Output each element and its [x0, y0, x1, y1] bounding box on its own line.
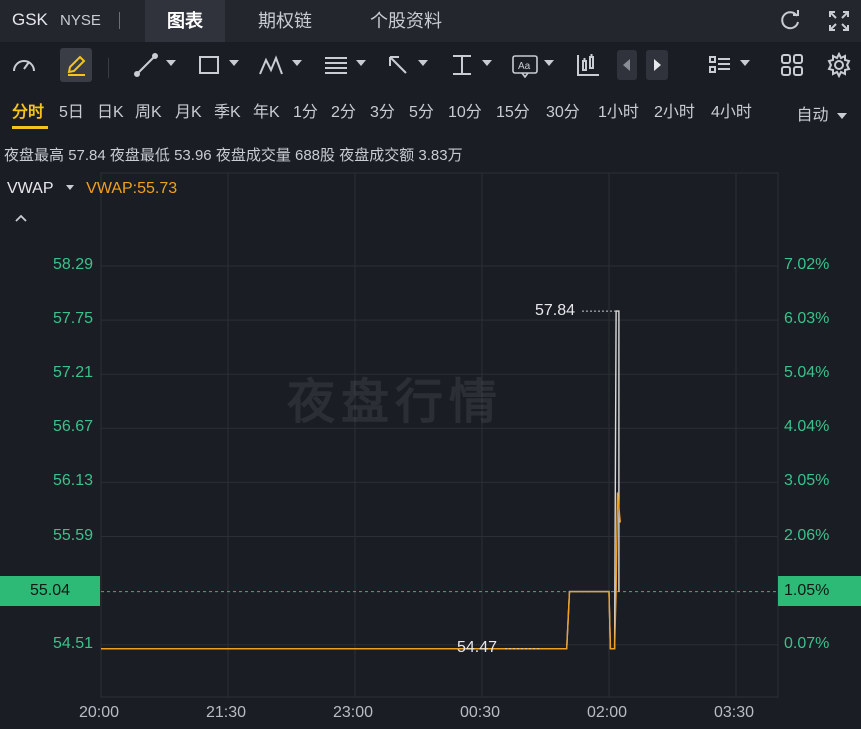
percent-tick-label: 7.02% — [784, 256, 830, 273]
indicator-name[interactable]: VWAP — [7, 180, 53, 197]
time-tick-label: 20:00 — [79, 704, 120, 721]
vwap-line — [101, 492, 621, 650]
chart-frame — [100, 172, 779, 698]
price-tick-label: 54.51 — [52, 634, 93, 652]
current-percent-tag: 1.05% — [778, 576, 861, 606]
time-tick-label: 00:30 — [460, 704, 501, 721]
price-tick-label: 57.75 — [52, 310, 93, 328]
max-price-annotation: 57.84 — [535, 302, 576, 319]
collapse-chevron-icon[interactable] — [14, 210, 28, 228]
price-tick-label: 56.13 — [52, 472, 93, 490]
percent-tick-label: 6.03% — [784, 310, 830, 328]
min-price-annotation: 54.47 — [457, 639, 498, 656]
price-tick-label: 55.59 — [52, 526, 93, 544]
time-tick-label: 02:00 — [587, 704, 628, 721]
time-tick-label: 23:00 — [333, 704, 374, 721]
indicator-row: VWAP VWAP:55.73 — [7, 180, 177, 198]
price-tick-label: 57.21 — [52, 364, 93, 382]
vwap-value: VWAP:55.73 — [86, 180, 178, 197]
indicator-caret-icon[interactable] — [65, 185, 74, 191]
current-price-tag: 55.04 — [0, 576, 100, 606]
percent-tick-label: 3.05% — [784, 472, 830, 490]
percent-tick-label: 0.07% — [784, 634, 830, 652]
chart-grid — [100, 172, 779, 698]
percent-tick-label: 2.06% — [784, 526, 830, 544]
time-tick-label: 03:30 — [714, 704, 755, 721]
price-tick-label: 58.29 — [52, 256, 93, 273]
night-session-watermark: 夜盘行情 — [287, 374, 504, 430]
price-tick-label: 56.67 — [52, 418, 93, 436]
percent-tick-label: 5.04% — [784, 364, 830, 382]
percent-tick-label: 4.04% — [784, 418, 830, 436]
time-tick-label: 21:30 — [206, 704, 247, 721]
